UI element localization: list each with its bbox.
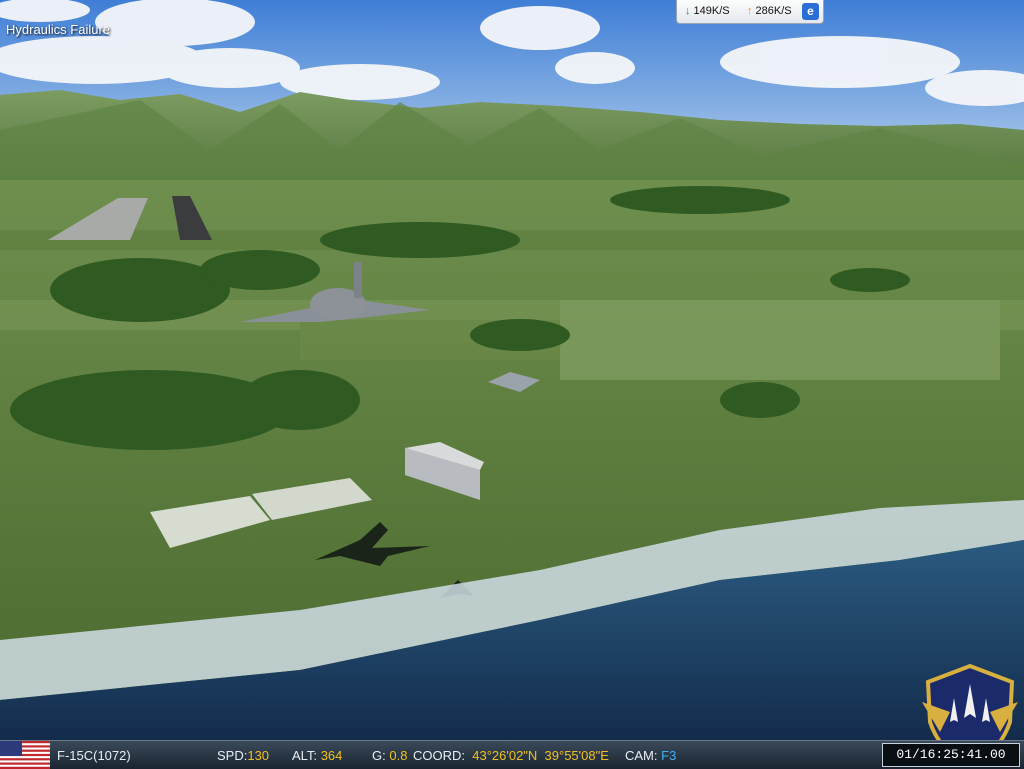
speed-value: 130 [247,748,270,763]
camera-label: CAM: [625,748,658,763]
download-arrow-icon: ↓ [685,5,691,17]
camera-value: F3 [661,748,677,763]
us-flag-icon [0,741,50,769]
speed-label: SPD: [217,748,248,763]
g-value: 0.8 [389,748,408,763]
upload-rate: ↑ 286K/S [747,5,792,17]
mission-clock: 01/16:25:41.00 [882,743,1020,767]
download-rate: ↓ 149K/S [685,5,730,17]
altitude-label: ALT: [292,748,318,763]
upload-arrow-icon: ↑ [747,5,753,17]
coord-readout: COORD: 43°26'02"N 39°55'08"E [413,748,609,763]
flight-scene [0,0,1024,740]
network-speed-meter: ↓ 149K/S ↑ 286K/S e [676,0,824,24]
camera-readout: CAM: F3 [625,748,676,763]
download-value: 149K/S [693,5,730,17]
latitude-value: 43°26'02"N [472,748,538,763]
status-message: Hydraulics Failure [6,22,111,37]
upload-value: 286K/S [755,5,792,17]
g-readout: G: 0.8 [372,748,407,763]
aircraft-id: F-15C(1072) [57,748,131,763]
g-label: G: [372,748,386,763]
speed-readout: SPD:130 [217,748,269,763]
browser-icon[interactable]: e [802,3,819,20]
coord-label: COORD: [413,748,465,763]
hud-bar: F-15C(1072) SPD:130 ALT: 364 G: 0.8 COOR… [0,740,1024,769]
longitude-value: 39°55'08"E [544,748,609,763]
altitude-value: 364 [320,748,343,763]
altitude-readout: ALT: 364 [292,748,342,763]
